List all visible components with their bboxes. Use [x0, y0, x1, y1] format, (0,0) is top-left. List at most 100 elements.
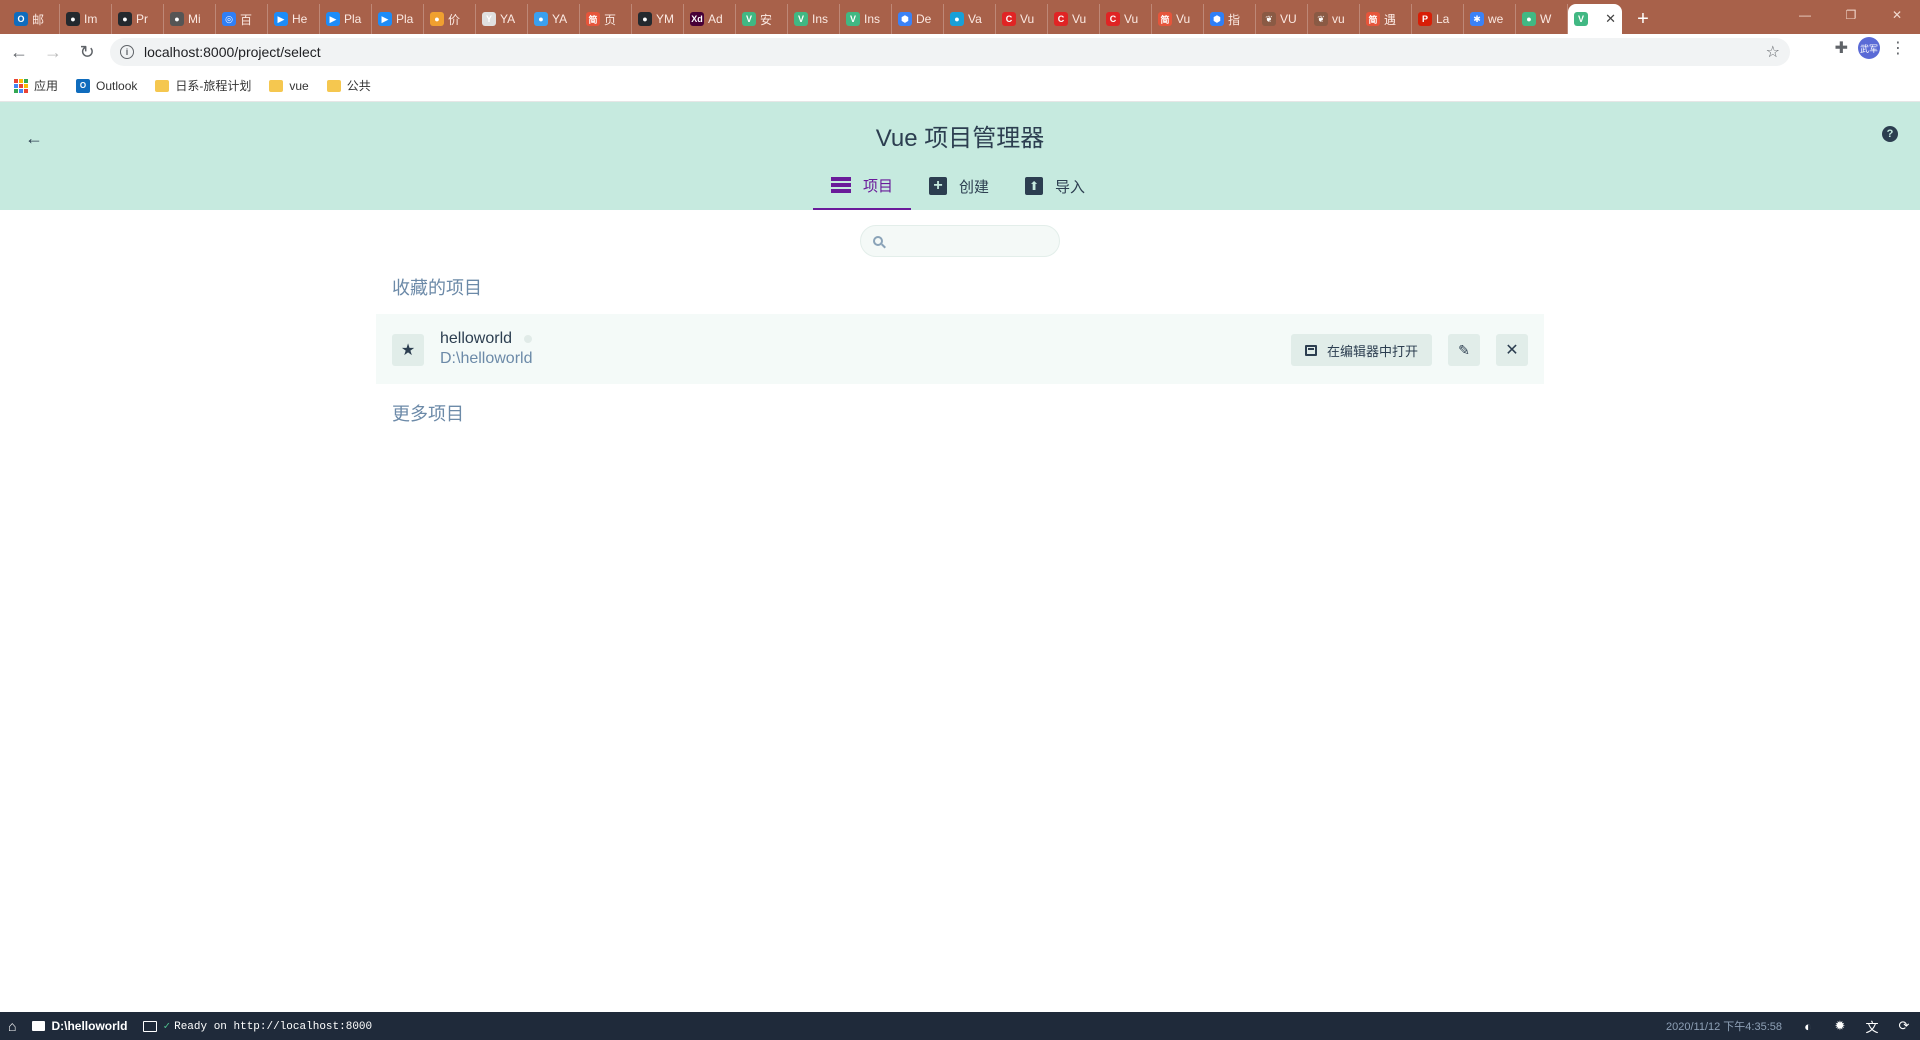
tab-label: W — [1540, 12, 1552, 26]
tab-import[interactable]: ⬆ 导入 — [1007, 162, 1103, 210]
status-right: 2020/11/12 下午4:35:58 ◐ ✹ 文 ⟳ — [1656, 1012, 1920, 1040]
browser-tab[interactable]: ⬢ 指 — [1204, 4, 1256, 34]
browser-tab[interactable]: C Vu — [996, 4, 1048, 34]
tab-label: 邮 — [32, 12, 45, 27]
browser-tab[interactable]: ▶ He — [268, 4, 320, 34]
back-arrow-icon[interactable]: ← — [4, 37, 34, 67]
app-header: ← Vue 项目管理器 ? 项目 + 创建 ⬆ 导入 — [0, 102, 1920, 210]
bug-icon[interactable]: ✹ — [1824, 1012, 1856, 1040]
browser-tab[interactable]: Y YA — [476, 4, 528, 34]
home-button[interactable]: ⌂ — [0, 1012, 24, 1040]
bookmark-apps[interactable]: 应用 — [14, 77, 58, 94]
bookmark-label: Outlook — [96, 78, 138, 93]
browser-tab[interactable]: ● W — [1516, 4, 1568, 34]
browser-tab[interactable]: ▶ Pla — [320, 4, 372, 34]
browser-tab[interactable]: V Ins — [788, 4, 840, 34]
reload-icon[interactable]: ↻ — [72, 37, 102, 67]
browser-tab[interactable]: ◎ 百 — [216, 4, 268, 34]
project-search[interactable] — [860, 225, 1060, 257]
tab-favicon-icon: C — [1106, 12, 1120, 26]
browser-tab[interactable]: ● YM — [632, 4, 684, 34]
bookmark-label: 应用 — [34, 79, 59, 93]
tab-create[interactable]: + 创建 — [911, 162, 1007, 210]
tab-favicon-icon: ● — [950, 12, 964, 26]
browser-tab[interactable]: ● Va — [944, 4, 996, 34]
refresh-icon[interactable]: ⟳ — [1888, 1012, 1920, 1040]
search-input[interactable] — [891, 233, 1051, 249]
datetime-text: 2020/11/12 下午4:35:58 — [1666, 1021, 1782, 1033]
open-in-editor-label: 在编辑器中打开 — [1326, 343, 1418, 359]
translate-icon[interactable]: 文 — [1856, 1012, 1888, 1040]
folder-icon — [326, 79, 341, 92]
close-tab-icon[interactable]: ✕ — [1605, 11, 1616, 27]
browser-tab[interactable]: ● Im — [60, 4, 112, 34]
tab-favicon-icon: V — [846, 12, 860, 26]
browser-tabstrip: O 邮 ● Im ● Pr ● Mi ◎ 百 ▶ He ▶ Pla ▶ Pla ● 价 Y YA ● YA 简页 ● YM Xd A… — [0, 0, 1920, 34]
tab-favicon-icon: ● — [170, 12, 184, 26]
browser-tab[interactable]: 简遇 — [1360, 4, 1412, 34]
close-window-icon[interactable]: ✕ — [1874, 0, 1920, 30]
open-in-editor-button[interactable]: 在编辑器中打开 — [1290, 334, 1432, 366]
bookmark-outlook[interactable]: O Outlook — [76, 78, 138, 93]
tab-favicon-icon: ⬢ — [898, 12, 912, 26]
forward-arrow-icon[interactable]: → — [38, 37, 68, 67]
restore-icon[interactable]: ❐ — [1828, 0, 1874, 30]
browser-tab[interactable]: 简 Vu — [1152, 4, 1204, 34]
bookmark-star-icon[interactable]: ☆ — [1766, 42, 1780, 62]
address-bar[interactable]: i localhost:8000/project/select ☆ — [110, 38, 1790, 66]
star-icon[interactable]: ★ — [392, 334, 424, 366]
browser-tab[interactable]: C Vu — [1048, 4, 1100, 34]
profile-avatar[interactable]: 武军 — [1858, 37, 1880, 59]
tab-favicon-icon: ◎ — [222, 12, 236, 26]
browser-tab[interactable]: ✱ we — [1464, 4, 1516, 34]
dark-mode-icon[interactable]: ◐ — [1792, 1012, 1824, 1040]
menu-dots-icon[interactable]: ⋮ — [1890, 38, 1906, 58]
tab-favicon-icon: C — [1054, 12, 1068, 26]
new-tab-plus-icon[interactable]: + — [1628, 4, 1658, 34]
browser-tab[interactable]: ❦ VU — [1256, 4, 1308, 34]
browser-tab[interactable]: C Vu — [1100, 4, 1152, 34]
tab-favicon-icon: C — [1002, 12, 1016, 26]
browser-tab[interactable]: V Ins — [840, 4, 892, 34]
tab-favicon-icon: ● — [118, 12, 132, 26]
browser-tab[interactable]: ▶ Pla — [372, 4, 424, 34]
list-icon — [831, 177, 851, 193]
tab-label: Va — [968, 12, 982, 26]
log-button[interactable]: ✓ Ready on http://localhost:8000 — [135, 1012, 380, 1040]
folder-icon — [269, 79, 284, 92]
tab-label: Ad — [708, 12, 723, 26]
project-row[interactable]: ★ helloworld D:\helloworld 在编辑器中打开 ✎ ✕ — [376, 314, 1544, 384]
tab-label: VU — [1280, 12, 1297, 26]
browser-tab[interactable]: V安 — [736, 4, 788, 34]
tab-label: Ins — [864, 12, 881, 26]
cwd-button[interactable]: D:\helloworld — [24, 1012, 135, 1040]
tab-favicon-icon: V — [794, 12, 808, 26]
site-info-icon[interactable]: i — [120, 45, 134, 59]
tab-favicon-icon: ● — [534, 12, 548, 26]
bookmark-folder-vue[interactable]: vue — [269, 79, 309, 93]
bookmark-folder-travel[interactable]: 日系-旅程计划 — [155, 77, 251, 94]
extensions-icon[interactable]: ✚ — [1835, 38, 1848, 58]
browser-tab[interactable]: ● Mi — [164, 4, 216, 34]
browser-tab[interactable]: ● YA — [528, 4, 580, 34]
browser-tab[interactable]: Xd Ad — [684, 4, 736, 34]
tab-label: 指 — [1228, 12, 1241, 27]
close-icon[interactable]: ✕ — [1496, 334, 1528, 366]
minimize-icon[interactable]: — — [1782, 0, 1828, 30]
browser-tab[interactable]: ❦ vu — [1308, 4, 1360, 34]
page-title: Vue 项目管理器 — [875, 125, 1045, 152]
bookmark-folder-public[interactable]: 公共 — [326, 77, 371, 94]
browser-tab[interactable]: ● Pr — [112, 4, 164, 34]
browser-tab-active[interactable]: V ✕ — [1568, 4, 1622, 34]
browser-tab[interactable]: O邮 — [8, 4, 60, 34]
tab-projects[interactable]: 项目 — [813, 162, 912, 210]
tab-label: Ins — [812, 12, 829, 26]
browser-tab[interactable]: ⬢ De — [892, 4, 944, 34]
browser-tab[interactable]: ● 价 — [424, 4, 476, 34]
browser-tab[interactable]: P La — [1412, 4, 1464, 34]
url-text[interactable]: localhost:8000/project/select — [144, 44, 321, 60]
browser-tab[interactable]: 简页 — [580, 4, 632, 34]
tab-label: 遇 — [1384, 12, 1397, 27]
pencil-icon[interactable]: ✎ — [1448, 334, 1480, 366]
question-icon[interactable]: ? — [1882, 126, 1898, 142]
